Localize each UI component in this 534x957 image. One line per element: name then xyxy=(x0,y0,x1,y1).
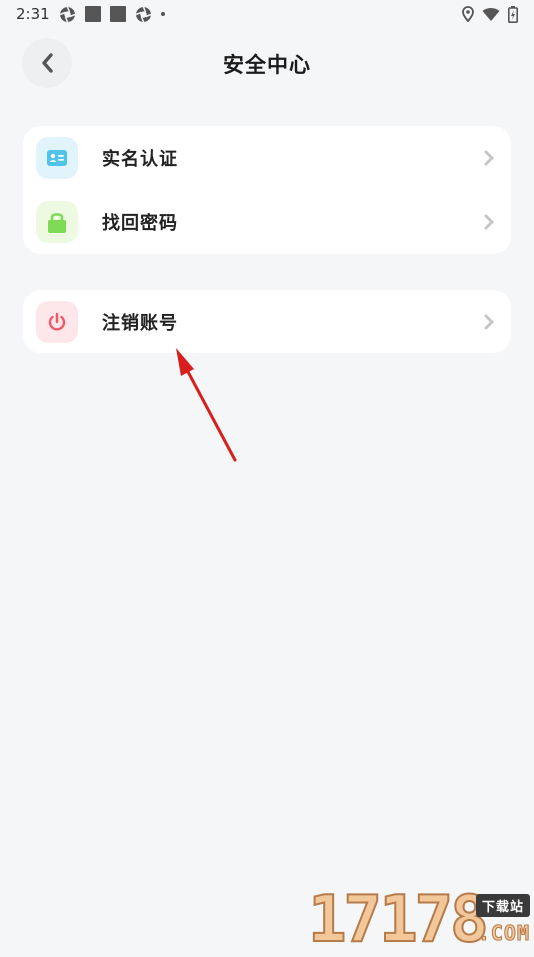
menu-item-label: 实名认证 xyxy=(102,149,178,170)
id-card-icon-badge xyxy=(36,137,78,179)
aperture-icon xyxy=(59,6,75,22)
menu-item-label: 注销账号 xyxy=(102,312,178,334)
security-settings-card: 实名认证 找回密码 xyxy=(23,126,511,254)
lock-icon-badge xyxy=(36,201,78,243)
watermark-domain: .COM xyxy=(477,921,530,946)
menu-item-password-recovery[interactable]: 找回密码 xyxy=(23,190,511,254)
status-bar-right xyxy=(462,5,518,23)
chevron-right-icon xyxy=(484,214,494,230)
notification-square-icon xyxy=(84,6,101,22)
power-icon-badge xyxy=(36,300,78,343)
location-icon xyxy=(462,6,474,22)
id-card-icon xyxy=(47,150,67,166)
watermark-tag: 下载站 xyxy=(475,894,530,917)
page-title: 安全中心 xyxy=(223,53,311,77)
aperture-icon xyxy=(135,6,151,22)
account-deletion-card: 注销账号 xyxy=(23,290,511,353)
watermark-number: 17178 xyxy=(307,883,490,957)
power-icon xyxy=(48,312,66,331)
status-bar: 2:31 xyxy=(0,0,534,28)
more-notifications-icon xyxy=(160,12,165,16)
status-time: 2:31 xyxy=(16,5,50,23)
menu-item-label: 找回密码 xyxy=(102,213,178,234)
chevron-right-icon xyxy=(484,314,494,329)
battery-icon xyxy=(508,5,518,23)
chevron-right-icon xyxy=(484,150,494,166)
menu-item-delete-account[interactable]: 注销账号 xyxy=(23,290,511,353)
status-bar-left: 2:31 xyxy=(16,5,165,23)
notification-square-icon xyxy=(109,6,126,22)
watermark-side: 下载站 .COM xyxy=(475,894,530,946)
header: 安全中心 xyxy=(0,30,534,96)
menu-item-real-name-verification[interactable]: 实名认证 xyxy=(23,126,511,190)
watermark-logo: 17178 下载站 .COM xyxy=(307,883,534,957)
wifi-icon xyxy=(482,7,500,21)
lock-icon xyxy=(48,213,66,233)
